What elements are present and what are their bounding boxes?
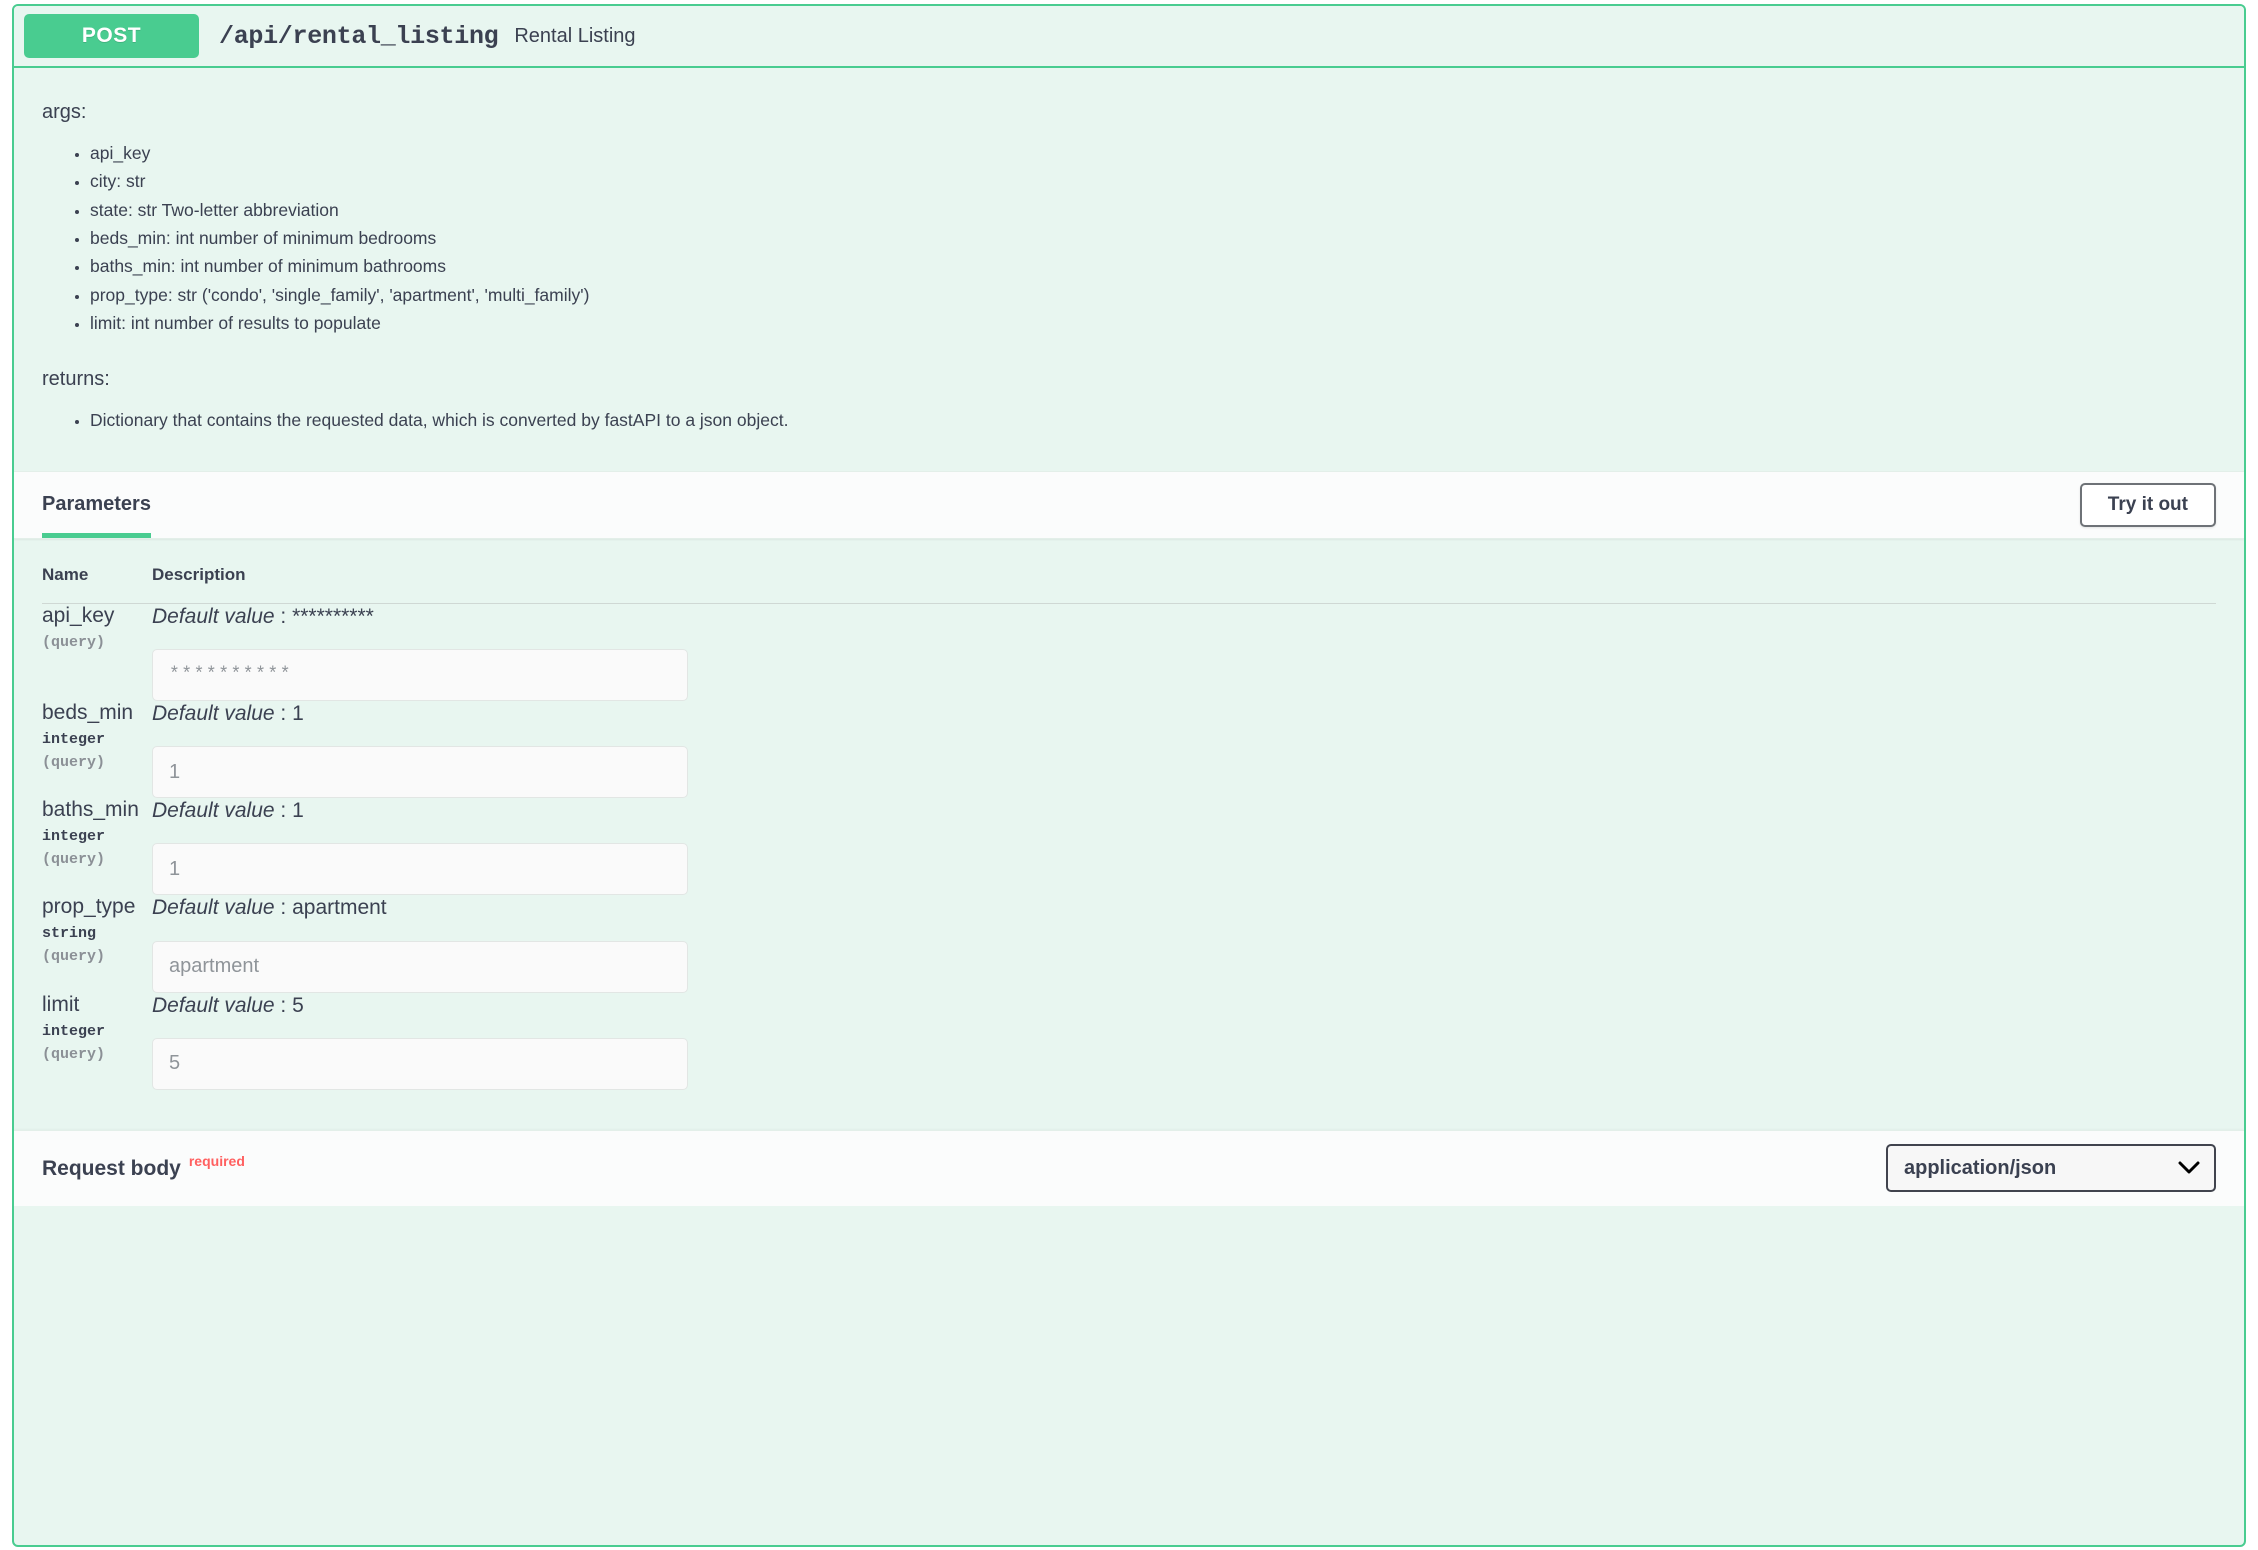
param-description-cell: Default value : ********** — [152, 603, 2216, 701]
table-row: prop_typestring (query) Default value : ap… — [42, 895, 2216, 993]
request-body-header: Request body required application/json — [14, 1129, 2244, 1206]
http-method-badge: POST — [24, 14, 199, 58]
request-body-title: Request body required — [42, 1154, 245, 1180]
parameters-table-body: api_key (query) Default value : **********… — [42, 603, 2216, 1129]
args-label: args: — [42, 101, 87, 123]
list-item: limit: int number of results to populate — [90, 309, 2216, 337]
operation-description: args: api_keycity: strstate: str Two-let… — [14, 68, 2244, 471]
content-type-select-wrapper[interactable]: application/json — [1886, 1144, 2216, 1193]
param-location: (query) — [42, 1045, 106, 1063]
param-location: (query) — [42, 754, 106, 772]
param-name-beds_min: beds_min — [42, 700, 134, 724]
list-item: state: str Two-letter abbreviation — [90, 196, 2216, 224]
description-markdown: args: api_keycity: strstate: str Two-let… — [42, 98, 2216, 435]
param-location: (query) — [42, 851, 106, 869]
param-input-beds_min[interactable] — [152, 746, 688, 799]
param-default-value: Default value : ********** — [152, 604, 374, 628]
parameters-table-head: Name Description — [42, 564, 2216, 604]
param-name-cell: limit integer (query) — [42, 993, 152, 1130]
list-item: api_key — [90, 139, 2216, 167]
table-row: api_key (query) Default value : ********** — [42, 603, 2216, 701]
param-description-cell: Default value : apartment — [152, 895, 2216, 993]
tab-parameters[interactable]: Parameters — [42, 494, 151, 538]
param-input-prop_type[interactable] — [152, 940, 688, 993]
operation-path: /api/rental_listing — [219, 21, 499, 51]
param-input-limit[interactable] — [152, 1037, 688, 1090]
column-header-name: Name — [42, 564, 152, 604]
returns-label: returns: — [42, 368, 110, 391]
table-row: limit integer (query) Default value : 5 — [42, 993, 2216, 1130]
operation-summary-header[interactable]: POST /api/rental_listing Rental Listing — [14, 6, 2244, 68]
param-name-limit: limit — [42, 992, 80, 1016]
param-input-baths_min[interactable] — [152, 843, 688, 896]
param-type: integer — [42, 1022, 106, 1040]
param-name-prop_type: prop_type — [42, 895, 136, 919]
param-name-api_key: api_key — [42, 603, 115, 627]
list-item: city: str — [90, 167, 2216, 195]
parameters-table-wrapper: Name Description api_key (query) Default v… — [14, 538, 2244, 1130]
param-default-value: Default value : 5 — [152, 993, 304, 1017]
list-item: beds_min: int number of minimum bedrooms — [90, 224, 2216, 252]
table-header-row: Name Description — [42, 564, 2216, 604]
content-type-select[interactable]: application/json — [1886, 1144, 2216, 1193]
param-default-value: Default value : 1 — [152, 701, 304, 725]
param-name-cell: baths_mininteger (query) — [42, 798, 152, 895]
param-default-value: Default value : 1 — [152, 799, 304, 823]
list-item: prop_type: str ('condo', 'single_family'… — [90, 281, 2216, 309]
param-name-cell: prop_typestring (query) — [42, 895, 152, 992]
args-list: api_keycity: strstate: str Two-letter ab… — [42, 139, 2216, 337]
param-default-value: Default value : apartment — [152, 896, 387, 920]
param-type: string — [42, 925, 97, 943]
param-name-baths_min: baths_min — [42, 798, 139, 822]
table-row: beds_mininteger (query) Default value : 1 — [42, 701, 2216, 799]
param-name-cell: api_key (query) — [42, 603, 152, 701]
list-item: Dictionary that contains the requested d… — [90, 406, 2216, 434]
table-row: baths_mininteger (query) Default value : 1 — [42, 798, 2216, 896]
param-type: integer — [42, 731, 106, 749]
param-location: (query) — [42, 633, 106, 651]
param-type: integer — [42, 828, 106, 846]
try-it-out-button[interactable]: Try it out — [2079, 482, 2216, 527]
list-item: baths_min: int number of minimum bathroo… — [90, 252, 2216, 280]
request-body-label: Request body — [42, 1156, 181, 1180]
parameters-table: Name Description api_key (query) Default v… — [42, 564, 2216, 1130]
param-location: (query) — [42, 948, 106, 966]
operation-summary-text: Rental Listing — [514, 24, 636, 47]
required-badge: required — [188, 1152, 245, 1169]
param-input-api_key[interactable] — [152, 648, 688, 701]
column-header-description: Description — [152, 564, 2216, 604]
operation-block-post-rental-listing: POST /api/rental_listing Rental Listing … — [12, 4, 2246, 1547]
param-description-cell: Default value : 1 — [152, 701, 2216, 799]
returns-list: Dictionary that contains the requested d… — [42, 406, 2216, 434]
param-name-cell: beds_mininteger (query) — [42, 701, 152, 798]
param-description-cell: Default value : 5 — [152, 993, 2216, 1130]
parameters-section-header: Parameters Try it out — [14, 470, 2244, 539]
param-description-cell: Default value : 1 — [152, 798, 2216, 896]
